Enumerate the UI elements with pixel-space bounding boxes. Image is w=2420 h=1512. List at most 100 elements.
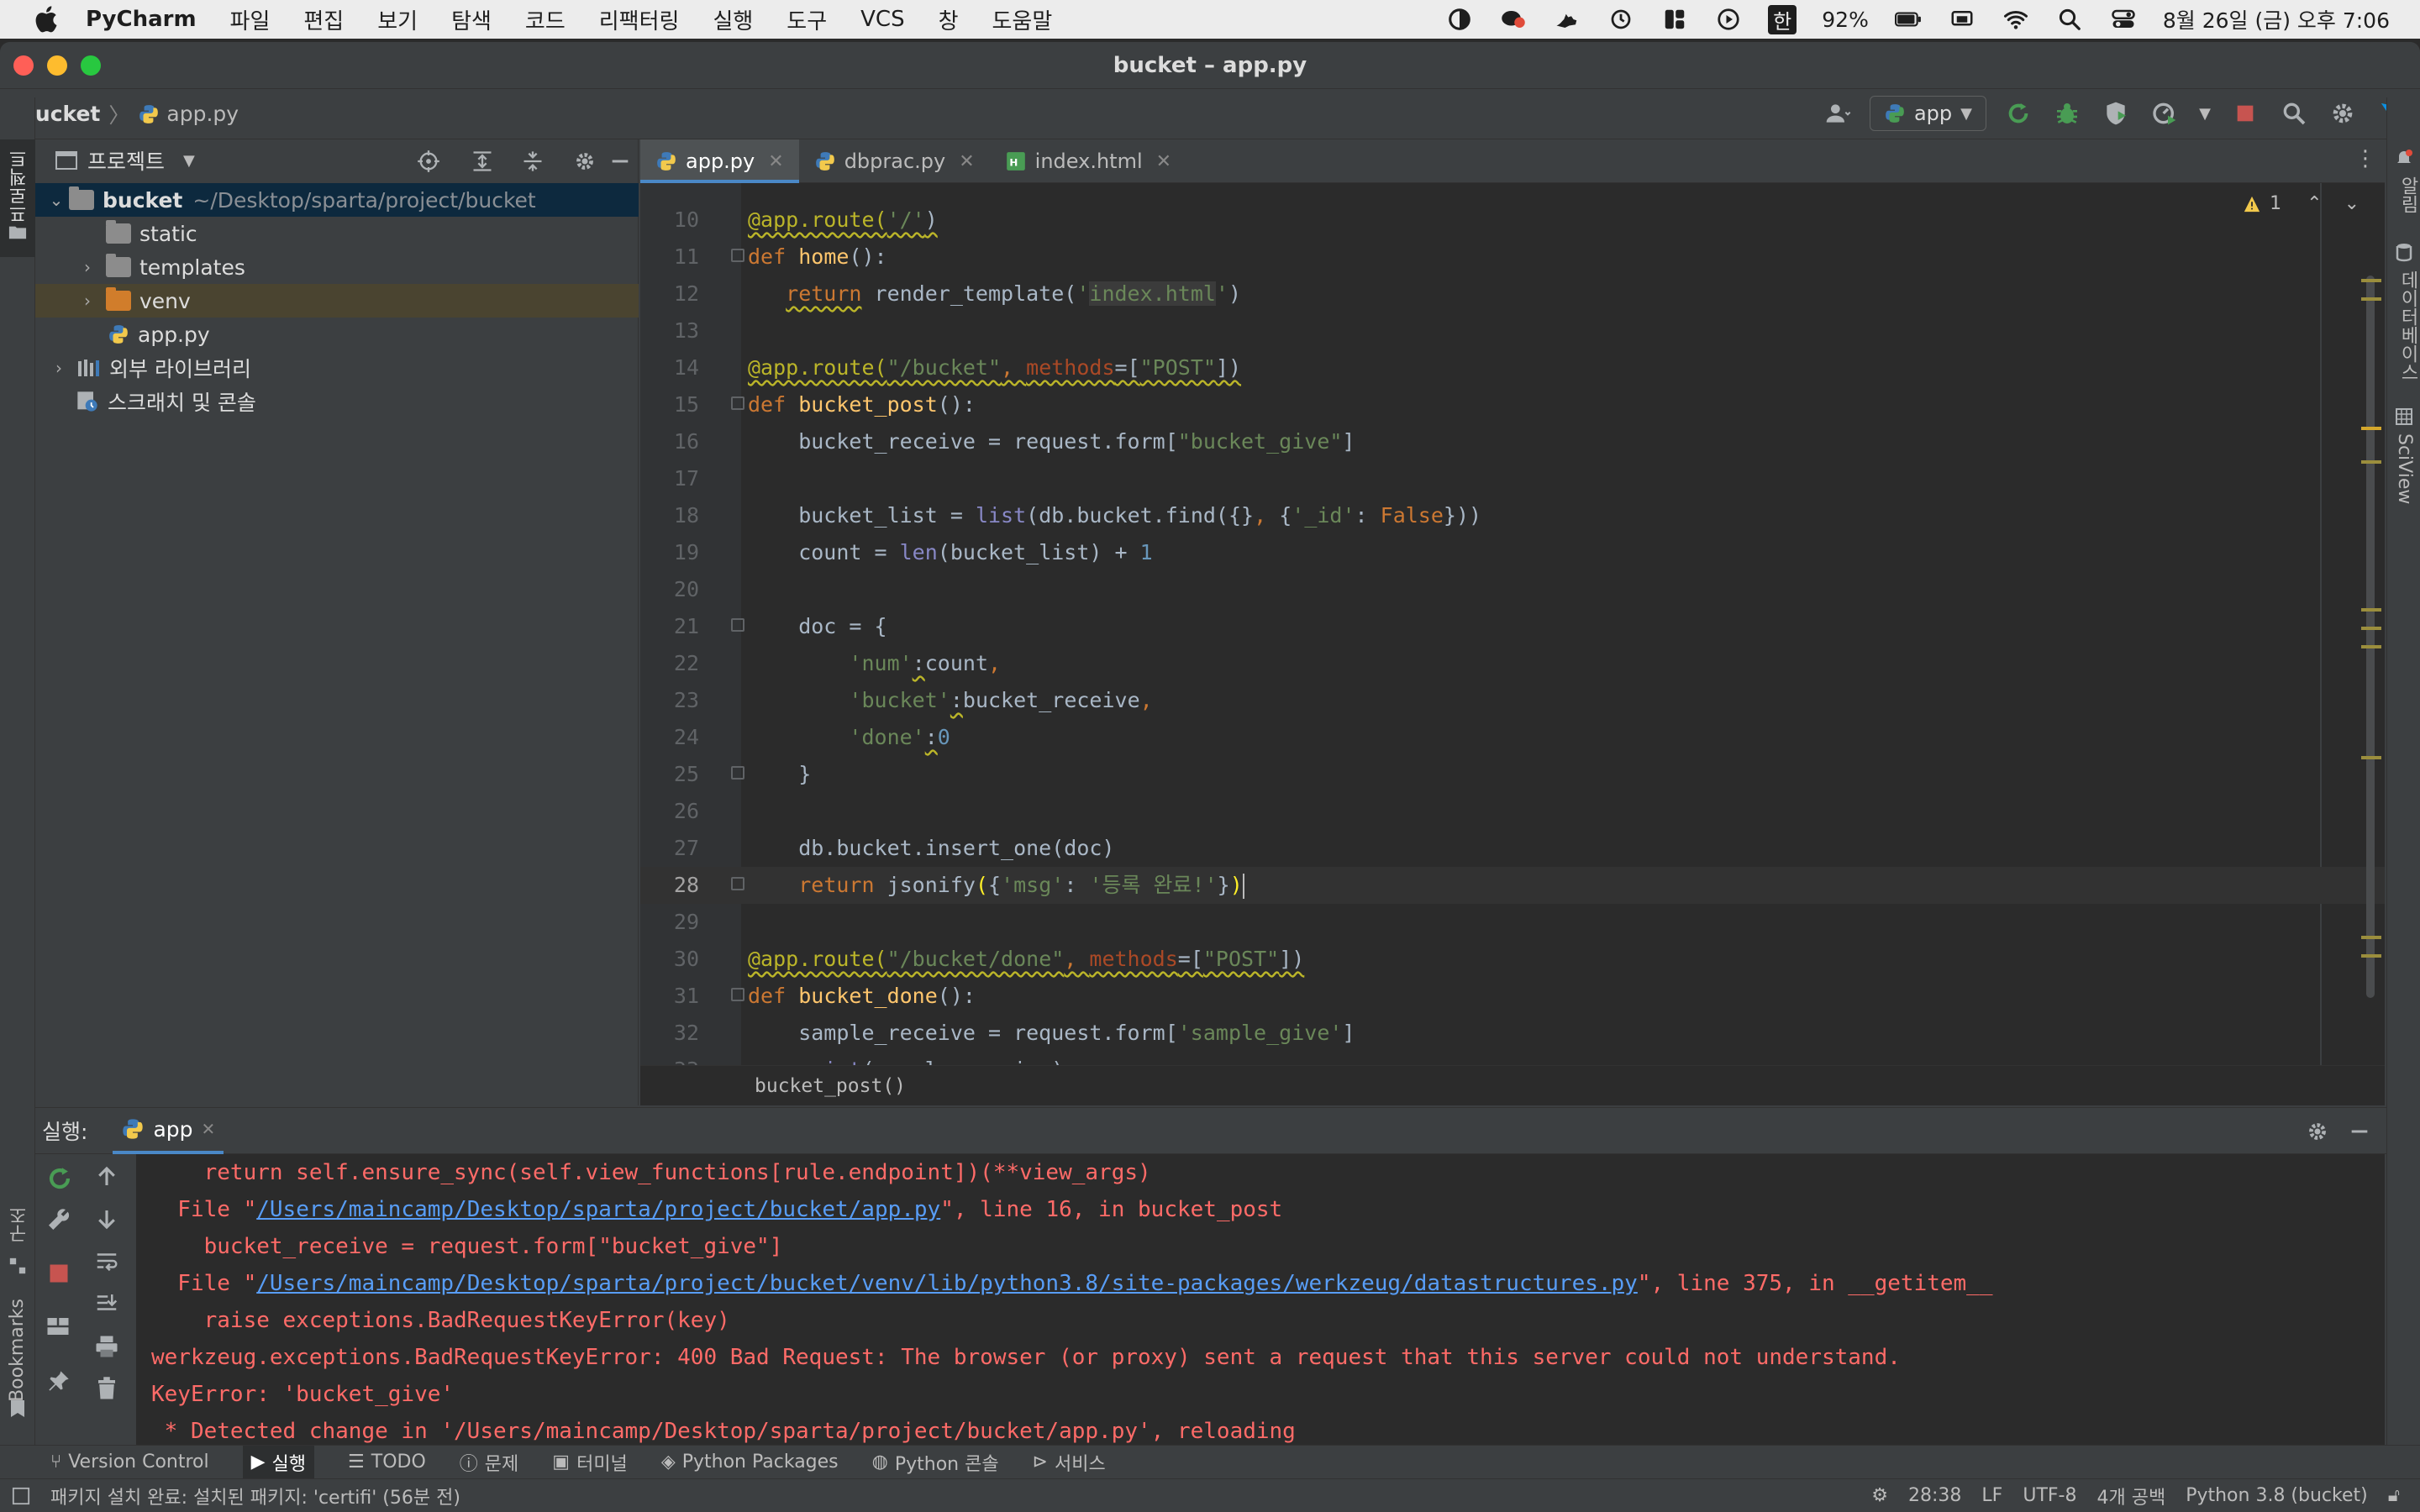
pin-icon[interactable] xyxy=(47,1369,71,1393)
scroll-up-icon[interactable] xyxy=(94,1164,119,1189)
spotlight-search-icon[interactable] xyxy=(2055,7,2084,32)
toolwindow-python-packages[interactable]: ◈ Python Packages xyxy=(661,1452,839,1473)
warning-stripe-mark[interactable] xyxy=(2361,645,2381,648)
menu-refactor[interactable]: 리팩터링 xyxy=(599,4,680,35)
console-file-link[interactable]: /Users/maincamp/Desktop/sparta/project/b… xyxy=(256,1197,940,1222)
project-view-selector[interactable]: 프로젝트 xyxy=(87,145,165,176)
indent-setting[interactable]: 4개 공백 xyxy=(2096,1483,2165,1509)
chat-notification-icon[interactable] xyxy=(1499,7,1528,32)
tree-row-venv[interactable]: › venv xyxy=(35,284,639,318)
warning-stripe-mark[interactable] xyxy=(2361,756,2381,759)
sciview-tool-label[interactable]: SciView xyxy=(2394,433,2415,504)
expand-all-icon[interactable] xyxy=(471,150,494,173)
chevron-down-icon[interactable]: ▼ xyxy=(183,152,195,170)
toolwindow-python-console[interactable]: ◍ Python 콘솔 xyxy=(872,1449,999,1476)
close-tab-icon[interactable]: ✕ xyxy=(202,1119,216,1139)
run-settings-gear-icon[interactable] xyxy=(2306,1120,2329,1143)
fold-marker-icon[interactable] xyxy=(731,396,744,410)
database-tool-label[interactable]: 데이터베이스 xyxy=(2394,270,2420,381)
fold-marker-icon[interactable] xyxy=(731,249,744,262)
stop-icon[interactable] xyxy=(2228,97,2262,130)
soft-wrap-icon[interactable] xyxy=(94,1248,119,1273)
minimize-window-button[interactable] xyxy=(47,55,67,76)
hide-panel-icon[interactable] xyxy=(2348,1120,2371,1143)
toolwindow-todo[interactable]: ☰ TODO xyxy=(348,1452,426,1473)
battery-percentage[interactable]: 92% xyxy=(1822,8,1869,32)
close-tab-icon[interactable]: ✕ xyxy=(768,151,783,172)
menubar-clock[interactable]: 8월 26일 (금) 오후 7:06 xyxy=(2163,4,2390,34)
run-tab-app[interactable]: app ✕ xyxy=(113,1107,224,1154)
notifications-tool-label[interactable]: 알림 xyxy=(2394,176,2420,213)
warning-stripe-mark[interactable] xyxy=(2361,954,2381,958)
warning-stripe-mark[interactable] xyxy=(2361,427,2381,430)
menu-tools[interactable]: 도구 xyxy=(786,4,827,35)
toolwindow-terminal[interactable]: ▣ 터미널 xyxy=(552,1449,628,1476)
toggle-tool-windows-icon[interactable] xyxy=(12,1487,30,1505)
menu-window[interactable]: 창 xyxy=(939,4,959,35)
layout-icon[interactable] xyxy=(45,1314,71,1339)
wifi-icon[interactable] xyxy=(2002,7,2030,32)
caret-position[interactable]: 28:38 xyxy=(1908,1485,1961,1506)
file-encoding[interactable]: UTF-8 xyxy=(2023,1485,2076,1506)
trash-icon[interactable] xyxy=(94,1376,119,1401)
console-file-link[interactable]: /Users/maincamp/Desktop/sparta/project/b… xyxy=(256,1271,1638,1296)
editor-scrollbar[interactable] xyxy=(2366,276,2375,998)
scroll-to-end-icon[interactable] xyxy=(94,1290,119,1315)
warning-stripe-mark[interactable] xyxy=(2361,627,2381,630)
debug-icon[interactable] xyxy=(2050,97,2084,130)
wrench-icon[interactable] xyxy=(45,1206,72,1233)
menu-help[interactable]: 도움말 xyxy=(992,4,1053,35)
menu-vcs[interactable]: VCS xyxy=(860,7,904,32)
screen-mirror-icon[interactable] xyxy=(1948,7,1976,32)
menu-run[interactable]: 실행 xyxy=(713,4,753,35)
control-center-icon[interactable] xyxy=(2109,7,2138,32)
more-run-options-icon[interactable]: ▼ xyxy=(2196,97,2213,130)
database-icon[interactable] xyxy=(2394,242,2414,262)
menu-code[interactable]: 코드 xyxy=(525,4,566,35)
sciview-icon[interactable] xyxy=(2394,407,2414,427)
lock-icon[interactable]: 🔓︎ xyxy=(2388,1485,2400,1506)
fold-marker-icon[interactable] xyxy=(731,877,744,890)
rerun-icon[interactable] xyxy=(45,1164,74,1193)
toolwindow-run[interactable]: ▶ 실행 xyxy=(242,1445,315,1479)
cat-icon[interactable] xyxy=(1553,7,1581,32)
menu-edit[interactable]: 편집 xyxy=(303,4,344,35)
locate-file-icon[interactable] xyxy=(417,150,440,173)
print-icon[interactable] xyxy=(94,1334,119,1359)
tab-options-icon[interactable]: ⋮ xyxy=(2354,148,2376,170)
run-console-output[interactable]: return self.ensure_sync(self.view_functi… xyxy=(136,1154,2385,1445)
python-interpreter[interactable]: Python 3.8 (bucket) xyxy=(2186,1485,2368,1506)
apple-icon[interactable] xyxy=(30,3,64,36)
time-machine-icon[interactable] xyxy=(1607,7,1635,32)
user-icon[interactable] xyxy=(1821,97,1854,130)
status-gear-icon[interactable]: ⚙ xyxy=(1871,1485,1888,1506)
hide-panel-icon[interactable] xyxy=(608,150,632,173)
fold-marker-icon[interactable] xyxy=(731,766,744,780)
menu-navigate[interactable]: 탐색 xyxy=(451,4,492,35)
grid-app-icon[interactable] xyxy=(1660,7,1689,32)
warning-stripe-mark[interactable] xyxy=(2361,608,2381,612)
warning-stripe-mark[interactable] xyxy=(2361,460,2381,464)
profile-icon[interactable] xyxy=(2148,97,2181,130)
tree-row-scratches[interactable]: 스크래치 및 콘솔 xyxy=(35,385,639,418)
tree-row-root[interactable]: ⌄ bucket ~/Desktop/sparta/project/bucket xyxy=(35,183,639,217)
rerun-icon[interactable] xyxy=(2002,97,2035,130)
tab-dbprac-py[interactable]: dbprac.py ✕ xyxy=(799,139,990,183)
tree-row-external-libraries[interactable]: › 외부 라이브러리 xyxy=(35,351,639,385)
menu-file[interactable]: 파일 xyxy=(230,4,271,35)
chevron-right-icon[interactable]: › xyxy=(40,358,77,378)
warning-stripe-mark[interactable] xyxy=(2361,297,2381,301)
run-configuration-selector[interactable]: app ▼ xyxy=(1869,96,1986,131)
tree-row-app-py[interactable]: app.py xyxy=(35,318,639,351)
chevron-right-icon[interactable]: › xyxy=(69,257,106,277)
scroll-down-icon[interactable] xyxy=(94,1206,119,1231)
menu-view[interactable]: 보기 xyxy=(377,4,418,35)
fold-marker-icon[interactable] xyxy=(731,988,744,1001)
close-window-button[interactable] xyxy=(13,55,34,76)
code-editor[interactable]: 1 ⌃ ⌄ 10 @app.route('/') 11 def home(): 12… xyxy=(640,183,2385,1065)
warning-stripe-mark[interactable] xyxy=(2361,936,2381,939)
menubar-app-name[interactable]: PyCharm xyxy=(86,7,197,32)
half-circle-icon[interactable] xyxy=(1445,7,1474,32)
battery-icon[interactable] xyxy=(1894,7,1923,32)
breadcrumb-file[interactable]: app.py xyxy=(166,102,239,126)
